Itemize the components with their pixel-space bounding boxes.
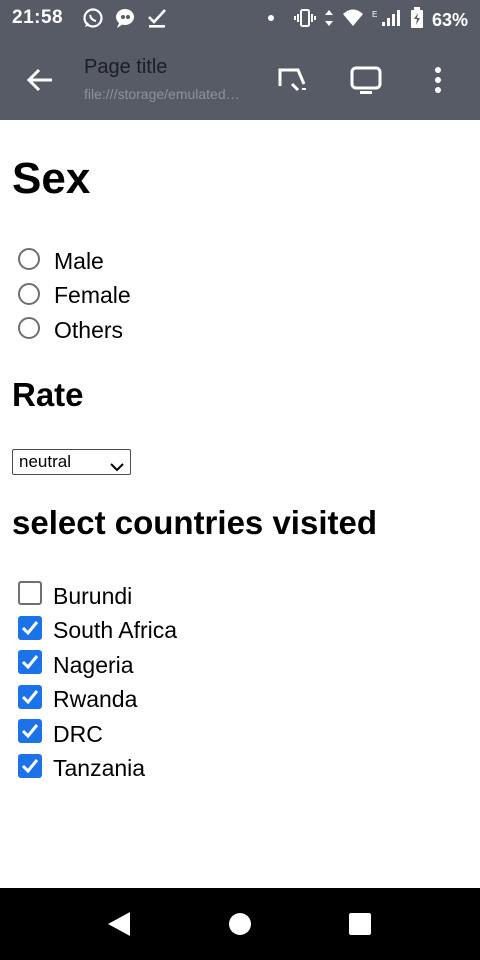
page-url: file:///storage/emulated… [84,86,240,102]
svg-text:E: E [372,10,377,19]
radio-label: Female [54,282,131,309]
checkbox[interactable] [18,753,42,778]
navigation-bar [0,888,480,960]
rate-heading: Rate [12,376,84,413]
checkmark-icon [21,689,39,704]
status-bar: 21:58 E 63% [0,0,480,38]
radio-option-male[interactable]: Male [18,244,131,279]
countries-heading: select countries visited [12,504,377,541]
checkbox[interactable] [18,684,42,709]
radio-button[interactable] [18,282,40,305]
back-arrow-icon[interactable] [24,64,56,96]
signal-icon: E [372,8,402,33]
countries-checkbox-group: Burundi South Africa Nageria Rwanda DRC [18,579,177,786]
checkbox-label: South Africa [53,617,178,644]
checkbox[interactable] [18,719,42,744]
page-title: Page title [84,56,168,78]
battery-percent: 63% [431,10,468,30]
battery-icon [410,7,424,34]
recents-square-icon[interactable] [346,910,374,938]
checkbox-label: Tanzania [53,755,146,782]
check-icon [146,7,168,34]
checkmark-icon [21,724,39,739]
radio-label: Male [54,247,104,274]
wifi-icon [342,8,364,33]
checkbox-label: Nageria [53,651,134,678]
rate-select-value: neutral [19,452,71,471]
toolbar: Page title file:///storage/emulated… [0,38,480,120]
vibrate-icon [293,8,316,33]
system-icons: E 63% [266,7,468,34]
desktop-icon[interactable] [348,62,384,98]
radio-option-female[interactable]: Female [18,279,131,314]
checkbox[interactable] [18,650,42,675]
page-content: Sex Male Female Others Rate neutral sele… [0,120,480,888]
checkbox[interactable] [18,615,42,640]
checkbox-label: Rwanda [53,686,138,713]
chat-bubble-icon [114,7,136,34]
data-arrows-icon [324,8,334,33]
checkbox-option-south-africa[interactable]: South Africa [18,614,177,649]
checkbox-option-tanzania[interactable]: Tanzania [18,752,177,787]
checkbox-option-drc[interactable]: DRC [18,717,177,752]
sex-radio-group: Male Female Others [18,244,131,348]
dot-icon [266,8,276,33]
radio-button[interactable] [18,317,40,340]
rate-select[interactable]: neutral [12,449,131,475]
checkbox-option-nageria[interactable]: Nageria [18,648,177,683]
cast-icon[interactable] [274,62,310,98]
checkmark-icon [21,758,39,773]
radio-label: Others [54,316,124,343]
checkbox-option-rwanda[interactable]: Rwanda [18,683,177,718]
checkmark-icon [21,620,39,635]
checkbox[interactable] [18,581,42,606]
chevron-down-icon [110,456,124,472]
checkbox-label: DRC [53,720,103,747]
radio-button[interactable] [18,248,40,271]
status-time: 21:58 [12,7,64,28]
notification-icons [82,7,168,34]
sex-heading: Sex [12,154,91,203]
checkbox-option-burundi[interactable]: Burundi [18,579,177,614]
radio-option-others[interactable]: Others [18,313,131,348]
more-vert-icon[interactable] [420,62,456,98]
home-circle-icon[interactable] [226,910,254,938]
checkbox-label: Burundi [53,582,133,609]
checkmark-icon [21,655,39,670]
whatsapp-icon [82,7,104,34]
back-triangle-icon[interactable] [106,910,134,938]
